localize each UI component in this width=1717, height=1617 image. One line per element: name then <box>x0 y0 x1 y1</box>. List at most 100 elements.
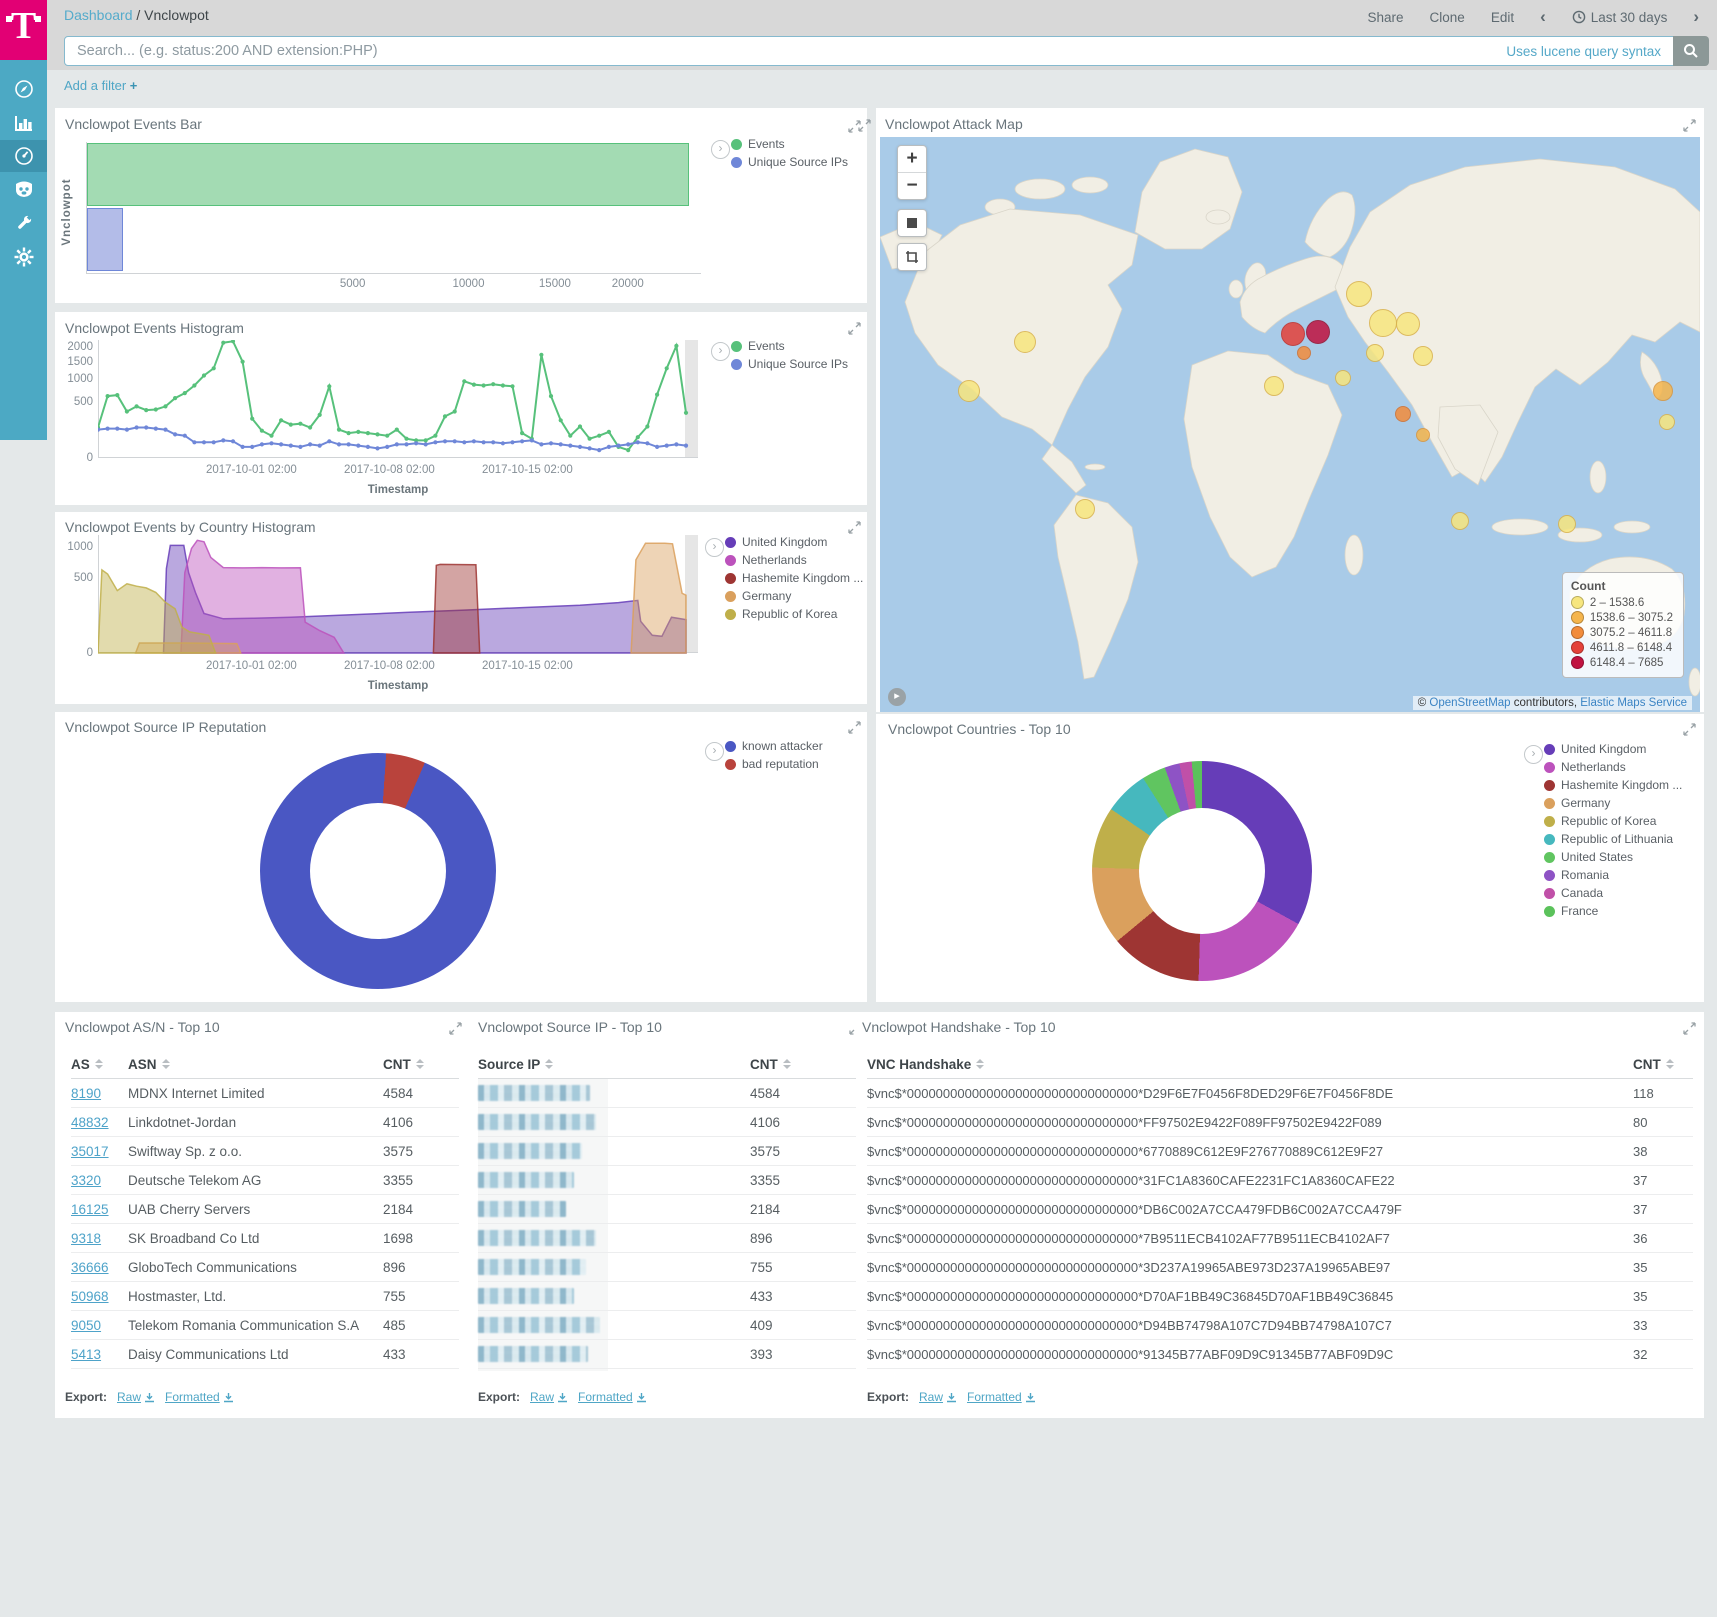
legend-item[interactable]: Germany <box>725 589 863 603</box>
legend-item[interactable]: Hashemite Kingdom ... <box>1544 778 1682 792</box>
map-attribution-toggle[interactable]: ▸ <box>888 688 906 706</box>
expand-icon[interactable] <box>1683 723 1696 736</box>
share-button[interactable]: Share <box>1368 10 1404 25</box>
column-header[interactable]: VNC Handshake <box>867 1057 1633 1072</box>
attack-bubble[interactable] <box>1264 376 1284 396</box>
column-header[interactable]: Source IP <box>478 1057 750 1072</box>
as-number-link[interactable]: 9318 <box>71 1231 101 1246</box>
expand-icon[interactable] <box>848 721 861 734</box>
export-formatted-link[interactable]: Formatted <box>967 1390 1036 1404</box>
export-raw-link[interactable]: Raw <box>530 1390 568 1404</box>
map-zoom-in-button[interactable]: + <box>898 146 926 172</box>
attack-bubble[interactable] <box>1395 406 1411 422</box>
sidebar-item-dashboard[interactable] <box>0 140 47 172</box>
as-number-link[interactable]: 8190 <box>71 1086 101 1101</box>
attack-bubble[interactable] <box>1396 312 1420 336</box>
sidebar-item-discover[interactable] <box>0 72 47 106</box>
legend-toggle-icon[interactable]: › <box>705 742 724 761</box>
expand-icon[interactable] <box>848 521 861 534</box>
breadcrumb-dashboard-link[interactable]: Dashboard <box>64 7 133 23</box>
legend-item[interactable]: Canada <box>1544 886 1682 900</box>
legend-item[interactable]: United Kingdom <box>1544 742 1682 756</box>
as-number-link[interactable]: 3320 <box>71 1173 101 1188</box>
as-number-link[interactable]: 35017 <box>71 1144 109 1159</box>
legend-item[interactable]: Unique Source IPs <box>731 155 848 169</box>
legend-item[interactable]: Netherlands <box>1544 760 1682 774</box>
legend-toggle-icon[interactable]: › <box>711 140 730 159</box>
attack-bubble[interactable] <box>1653 381 1673 401</box>
as-number-link[interactable]: 9050 <box>71 1318 101 1333</box>
legend-item[interactable]: Germany <box>1544 796 1682 810</box>
legend-item[interactable]: United States <box>1544 850 1682 864</box>
as-number-link[interactable]: 50968 <box>71 1289 109 1304</box>
export-raw-link[interactable]: Raw <box>117 1390 155 1404</box>
attack-bubble[interactable] <box>1306 320 1330 344</box>
map-draw-rectangle-button[interactable] <box>898 244 926 270</box>
export-formatted-link[interactable]: Formatted <box>165 1390 234 1404</box>
attack-bubble[interactable] <box>1416 428 1430 442</box>
bar-events[interactable] <box>87 143 689 206</box>
attack-bubble[interactable] <box>1281 322 1305 346</box>
attack-bubble[interactable] <box>1297 346 1311 360</box>
expand-icon[interactable] <box>449 1022 462 1035</box>
lucene-syntax-link[interactable]: Uses lucene query syntax <box>1506 44 1661 59</box>
attack-bubble[interactable] <box>1346 281 1372 307</box>
map-fit-button[interactable] <box>898 210 926 236</box>
attack-bubble[interactable] <box>1413 346 1433 366</box>
bar-unique-source-ips[interactable] <box>87 208 123 271</box>
time-range-picker[interactable]: Last 30 days <box>1572 10 1668 25</box>
column-header[interactable]: AS <box>71 1057 128 1072</box>
attack-bubble[interactable] <box>958 380 980 402</box>
as-number-link[interactable]: 36666 <box>71 1260 109 1275</box>
sidebar-item-management[interactable] <box>0 240 47 274</box>
search-input[interactable] <box>65 43 1506 59</box>
add-filter-button[interactable]: Add a filter + <box>64 78 137 93</box>
edit-button[interactable]: Edit <box>1491 10 1514 25</box>
attack-bubble[interactable] <box>1451 512 1469 530</box>
legend-item[interactable]: Republic of Korea <box>1544 814 1682 828</box>
sidebar-item-dev-tools[interactable] <box>0 206 47 240</box>
as-number-link[interactable]: 16125 <box>71 1202 109 1217</box>
legend-toggle-icon[interactable]: › <box>705 538 724 557</box>
sidebar-item-timelion[interactable] <box>0 172 47 206</box>
elastic-maps-service-link[interactable]: Elastic Maps Service <box>1580 697 1687 709</box>
expand-icon[interactable] <box>858 119 871 132</box>
legend-item[interactable]: Hashemite Kingdom ... <box>725 571 863 585</box>
expand-icon[interactable] <box>1683 119 1696 132</box>
as-number-link[interactable]: 48832 <box>71 1115 109 1130</box>
time-forward-chevron[interactable]: › <box>1693 7 1699 27</box>
column-header[interactable]: CNT <box>1633 1057 1693 1072</box>
time-back-chevron[interactable]: ‹ <box>1540 7 1546 27</box>
legend-item[interactable]: France <box>1544 904 1682 918</box>
legend-item[interactable]: United Kingdom <box>725 535 863 549</box>
legend-item[interactable]: Romania <box>1544 868 1682 882</box>
attack-bubble[interactable] <box>1369 309 1397 337</box>
export-raw-link[interactable]: Raw <box>919 1390 957 1404</box>
attack-bubble[interactable] <box>1014 331 1036 353</box>
attack-bubble[interactable] <box>1558 515 1576 533</box>
attack-bubble[interactable] <box>1335 370 1351 386</box>
legend-toggle-icon[interactable]: › <box>1524 745 1543 764</box>
legend-item[interactable]: bad reputation <box>725 757 823 771</box>
legend-item[interactable]: Unique Source IPs <box>731 357 848 371</box>
column-header[interactable]: CNT <box>383 1057 459 1072</box>
expand-icon[interactable] <box>1683 1022 1696 1035</box>
telekom-logo[interactable]: T <box>0 0 47 60</box>
map-zoom-out-button[interactable]: − <box>898 172 926 199</box>
export-formatted-link[interactable]: Formatted <box>578 1390 647 1404</box>
legend-item[interactable]: Events <box>731 137 848 151</box>
legend-item[interactable]: Republic of Lithuania <box>1544 832 1682 846</box>
legend-item[interactable]: Events <box>731 339 848 353</box>
openstreetmap-link[interactable]: OpenStreetMap <box>1429 697 1510 709</box>
attack-bubble[interactable] <box>1659 414 1675 430</box>
search-button[interactable] <box>1673 36 1709 66</box>
clone-button[interactable]: Clone <box>1430 10 1465 25</box>
attack-bubble[interactable] <box>1366 344 1384 362</box>
legend-item[interactable]: known attacker <box>725 739 823 753</box>
legend-item[interactable]: Republic of Korea <box>725 607 863 621</box>
column-header[interactable]: CNT <box>750 1057 862 1072</box>
legend-toggle-icon[interactable]: › <box>711 342 730 361</box>
sidebar-item-visualize[interactable] <box>0 106 47 140</box>
attack-map[interactable]: + − Count 2 – 1538.61538.6 – 3075.23075.… <box>880 137 1700 712</box>
attack-bubble[interactable] <box>1075 499 1095 519</box>
